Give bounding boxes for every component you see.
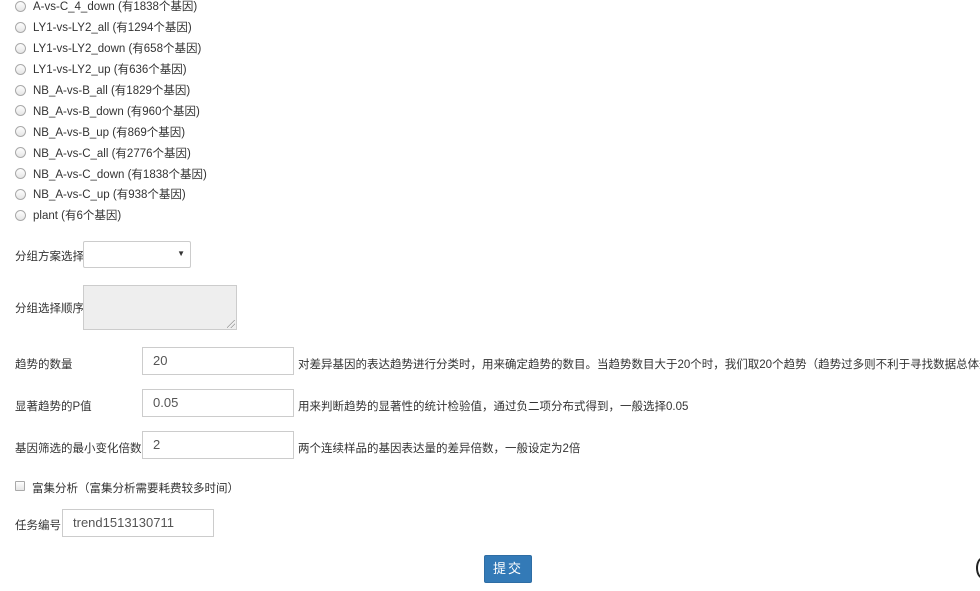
group-radio-item[interactable]: NB_A-vs-B_up (有869个基因) (15, 121, 415, 142)
group-radio-label: NB_A-vs-B_all (有1829个基因) (33, 85, 191, 97)
trend-count-label: 趋势的数量 (15, 359, 73, 371)
radio-button[interactable] (15, 63, 26, 75)
group-radio-item[interactable]: plant (有6个基因) (15, 205, 415, 226)
radio-button[interactable] (15, 147, 26, 159)
enrichment-label: 富集分析（富集分析需要耗费较多时间） (32, 483, 239, 495)
radio-button[interactable] (15, 168, 26, 180)
trend-count-input[interactable]: 20 (142, 347, 294, 375)
radio-button[interactable] (15, 21, 26, 33)
group-radio-item[interactable]: LY1-vs-LY2_all (有1294个基因) (15, 17, 415, 38)
group-radio-label: NB_A-vs-C_down (有1838个基因) (33, 168, 207, 181)
task-id-input[interactable]: trend1513130711 (62, 509, 214, 537)
group-radio-item[interactable]: NB_A-vs-C_down (有1838个基因) (15, 163, 415, 184)
radio-button[interactable] (15, 42, 26, 54)
p-value-input[interactable]: 0.05 (142, 389, 294, 417)
group-radio-label: LY1-vs-LY2_down (有658个基因) (33, 43, 202, 56)
group-radio-label: NB_A-vs-B_up (有869个基因) (33, 126, 186, 139)
min-fold-description: 两个连续样品的基因表达量的差异倍数，一般设定为2倍 (298, 443, 581, 455)
radio-button[interactable] (15, 84, 26, 96)
group-radio-label: NB_A-vs-B_down (有960个基因) (33, 105, 200, 118)
group-radio-item[interactable]: NB_A-vs-B_down (有960个基因) (15, 100, 415, 121)
group-radio-label: plant (有6个基因) (33, 210, 122, 223)
min-fold-label: 基因筛选的最小变化倍数 (15, 443, 142, 455)
scheme-label: 分组方案选择 (15, 251, 84, 263)
group-radio-item[interactable]: NB_A-vs-C_all (有2776个基因) (15, 142, 415, 163)
group-radio-list: A-vs-C_4_down (有1838个基因) LY1-vs-LY2_all … (15, 0, 415, 226)
group-radio-item[interactable]: NB_A-vs-C_up (有938个基因) (15, 184, 415, 205)
order-label: 分组选择顺序 (15, 303, 84, 315)
scheme-select[interactable]: ▼ (83, 241, 191, 268)
group-radio-label: A-vs-C_4_down (有1838个基因) (33, 1, 198, 14)
group-radio-item[interactable]: LY1-vs-LY2_up (有636个基因) (15, 59, 415, 80)
task-id-label: 任务编号 (15, 520, 61, 532)
radio-button[interactable] (15, 0, 26, 12)
p-value-description: 用来判断趋势的显著性的统计检验值，通过负二项分布式得到，一般选择0.05 (298, 401, 689, 413)
trend-count-description: 对差异基因的表达趋势进行分类时，用来确定趋势的数目。当趋势数目大于20个时，我们… (298, 359, 980, 371)
radio-button[interactable] (15, 188, 26, 200)
submit-button[interactable]: 提交 (484, 555, 532, 583)
group-radio-item[interactable]: LY1-vs-LY2_down (有658个基因) (15, 38, 415, 59)
p-value-label: 显著趋势的P值 (15, 401, 92, 413)
group-radio-label: NB_A-vs-C_up (有938个基因) (33, 189, 186, 202)
floating-widget-icon[interactable] (976, 557, 980, 579)
min-fold-input[interactable]: 2 (142, 431, 294, 459)
group-radio-item[interactable]: NB_A-vs-B_all (有1829个基因) (15, 80, 415, 101)
radio-button[interactable] (15, 209, 26, 221)
order-textarea[interactable] (83, 285, 237, 330)
resize-grip-icon[interactable] (227, 320, 235, 328)
group-radio-label: LY1-vs-LY2_all (有1294个基因) (33, 22, 192, 35)
group-radio-label: NB_A-vs-C_all (有2776个基因) (33, 147, 191, 160)
enrichment-checkbox[interactable] (15, 481, 25, 491)
radio-button[interactable] (15, 105, 26, 117)
group-radio-item[interactable]: A-vs-C_4_down (有1838个基因) (15, 0, 415, 17)
group-radio-label: LY1-vs-LY2_up (有636个基因) (33, 64, 187, 77)
caret-down-icon: ▼ (177, 249, 185, 258)
radio-button[interactable] (15, 126, 26, 138)
